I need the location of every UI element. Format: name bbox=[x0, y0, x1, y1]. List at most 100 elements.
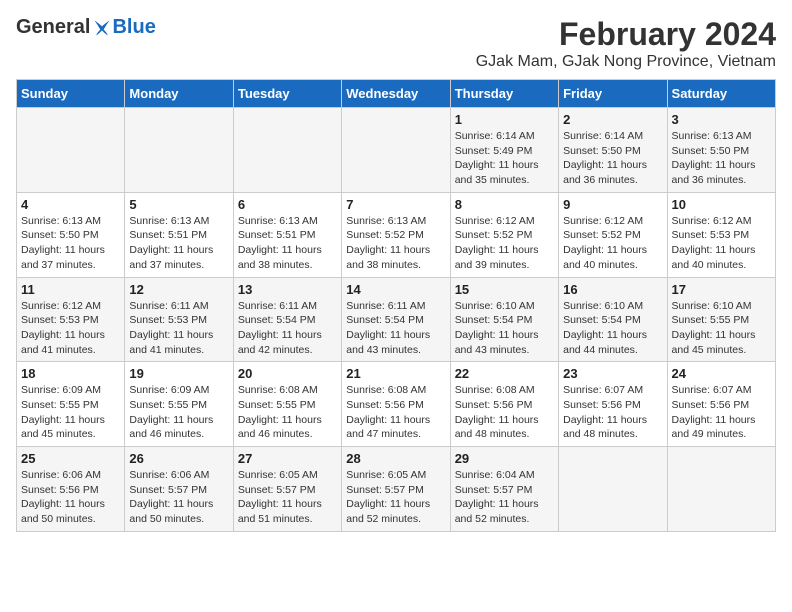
day-detail: Sunrise: 6:13 AM Sunset: 5:52 PM Dayligh… bbox=[346, 214, 445, 273]
day-number: 6 bbox=[238, 197, 337, 212]
day-detail: Sunrise: 6:12 AM Sunset: 5:53 PM Dayligh… bbox=[672, 214, 771, 273]
day-number: 29 bbox=[455, 451, 554, 466]
calendar-cell: 1 Sunrise: 6:14 AM Sunset: 5:49 PM Daylig… bbox=[450, 108, 558, 193]
day-detail: Sunrise: 6:11 AM Sunset: 5:53 PM Dayligh… bbox=[129, 299, 228, 358]
logo-general-text: General bbox=[16, 16, 90, 39]
weekday-header-friday: Friday bbox=[559, 80, 667, 108]
day-detail: Sunrise: 6:08 AM Sunset: 5:55 PM Dayligh… bbox=[238, 383, 337, 442]
day-number: 26 bbox=[129, 451, 228, 466]
day-detail: Sunrise: 6:07 AM Sunset: 5:56 PM Dayligh… bbox=[672, 383, 771, 442]
day-number: 12 bbox=[129, 282, 228, 297]
day-detail: Sunrise: 6:06 AM Sunset: 5:57 PM Dayligh… bbox=[129, 468, 228, 527]
calendar-cell: 29 Sunrise: 6:04 AM Sunset: 5:57 PM Dayli… bbox=[450, 447, 558, 532]
calendar-cell: 15 Sunrise: 6:10 AM Sunset: 5:54 PM Dayli… bbox=[450, 277, 558, 362]
day-detail: Sunrise: 6:07 AM Sunset: 5:56 PM Dayligh… bbox=[563, 383, 662, 442]
calendar-cell: 21 Sunrise: 6:08 AM Sunset: 5:56 PM Dayli… bbox=[342, 362, 450, 447]
weekday-header-wednesday: Wednesday bbox=[342, 80, 450, 108]
calendar-week-row: 11 Sunrise: 6:12 AM Sunset: 5:53 PM Dayli… bbox=[17, 277, 776, 362]
day-detail: Sunrise: 6:08 AM Sunset: 5:56 PM Dayligh… bbox=[455, 383, 554, 442]
calendar-cell: 20Sunrise: 6:08 AM Sunset: 5:55 PM Dayli… bbox=[233, 362, 341, 447]
day-number: 7 bbox=[346, 197, 445, 212]
day-number: 17 bbox=[672, 282, 771, 297]
day-number: 5 bbox=[129, 197, 228, 212]
weekday-header-tuesday: Tuesday bbox=[233, 80, 341, 108]
calendar-cell: 17 Sunrise: 6:10 AM Sunset: 5:55 PM Dayli… bbox=[667, 277, 775, 362]
calendar-cell: 11 Sunrise: 6:12 AM Sunset: 5:53 PM Dayli… bbox=[17, 277, 125, 362]
weekday-header-saturday: Saturday bbox=[667, 80, 775, 108]
calendar-cell: 9 Sunrise: 6:12 AM Sunset: 5:52 PM Daylig… bbox=[559, 192, 667, 277]
calendar-cell: 24 Sunrise: 6:07 AM Sunset: 5:56 PM Dayli… bbox=[667, 362, 775, 447]
day-number: 4 bbox=[21, 197, 120, 212]
day-number: 19 bbox=[129, 366, 228, 381]
calendar-cell: 14Sunrise: 6:11 AM Sunset: 5:54 PM Dayli… bbox=[342, 277, 450, 362]
calendar-table: SundayMondayTuesdayWednesdayThursdayFrid… bbox=[16, 79, 776, 532]
calendar-cell: 16 Sunrise: 6:10 AM Sunset: 5:54 PM Dayli… bbox=[559, 277, 667, 362]
calendar-cell: 26 Sunrise: 6:06 AM Sunset: 5:57 PM Dayli… bbox=[125, 447, 233, 532]
calendar-cell bbox=[342, 108, 450, 193]
calendar-cell: 27Sunrise: 6:05 AM Sunset: 5:57 PM Dayli… bbox=[233, 447, 341, 532]
calendar-cell: 3 Sunrise: 6:13 AM Sunset: 5:50 PM Daylig… bbox=[667, 108, 775, 193]
calendar-cell: 10 Sunrise: 6:12 AM Sunset: 5:53 PM Dayli… bbox=[667, 192, 775, 277]
day-detail: Sunrise: 6:12 AM Sunset: 5:53 PM Dayligh… bbox=[21, 299, 120, 358]
day-number: 11 bbox=[21, 282, 120, 297]
day-detail: Sunrise: 6:10 AM Sunset: 5:55 PM Dayligh… bbox=[672, 299, 771, 358]
calendar-cell: 23 Sunrise: 6:07 AM Sunset: 5:56 PM Dayli… bbox=[559, 362, 667, 447]
calendar-cell bbox=[233, 108, 341, 193]
day-number: 10 bbox=[672, 197, 771, 212]
day-detail: Sunrise: 6:12 AM Sunset: 5:52 PM Dayligh… bbox=[563, 214, 662, 273]
calendar-cell: 5 Sunrise: 6:13 AM Sunset: 5:51 PM Daylig… bbox=[125, 192, 233, 277]
day-detail: Sunrise: 6:04 AM Sunset: 5:57 PM Dayligh… bbox=[455, 468, 554, 527]
day-detail: Sunrise: 6:13 AM Sunset: 5:50 PM Dayligh… bbox=[672, 129, 771, 188]
day-detail: Sunrise: 6:13 AM Sunset: 5:51 PM Dayligh… bbox=[129, 214, 228, 273]
calendar-cell bbox=[559, 447, 667, 532]
day-detail: Sunrise: 6:13 AM Sunset: 5:50 PM Dayligh… bbox=[21, 214, 120, 273]
logo-bird-icon bbox=[92, 18, 112, 38]
calendar-week-row: 25 Sunrise: 6:06 AM Sunset: 5:56 PM Dayli… bbox=[17, 447, 776, 532]
day-number: 8 bbox=[455, 197, 554, 212]
calendar-cell: 12 Sunrise: 6:11 AM Sunset: 5:53 PM Dayli… bbox=[125, 277, 233, 362]
calendar-cell: 13Sunrise: 6:11 AM Sunset: 5:54 PM Dayli… bbox=[233, 277, 341, 362]
calendar-week-row: 18Sunrise: 6:09 AM Sunset: 5:55 PM Dayli… bbox=[17, 362, 776, 447]
day-detail: Sunrise: 6:11 AM Sunset: 5:54 PM Dayligh… bbox=[238, 299, 337, 358]
day-number: 1 bbox=[455, 112, 554, 127]
logo: General Blue bbox=[16, 16, 156, 39]
calendar-cell bbox=[667, 447, 775, 532]
day-detail: Sunrise: 6:12 AM Sunset: 5:52 PM Dayligh… bbox=[455, 214, 554, 273]
calendar-cell bbox=[17, 108, 125, 193]
header: General Blue February 2024 GJak Mam, GJa… bbox=[16, 16, 776, 71]
calendar-cell: 6 Sunrise: 6:13 AM Sunset: 5:51 PM Daylig… bbox=[233, 192, 341, 277]
calendar-body: 1 Sunrise: 6:14 AM Sunset: 5:49 PM Daylig… bbox=[17, 108, 776, 532]
day-detail: Sunrise: 6:10 AM Sunset: 5:54 PM Dayligh… bbox=[455, 299, 554, 358]
day-number: 2 bbox=[563, 112, 662, 127]
day-detail: Sunrise: 6:11 AM Sunset: 5:54 PM Dayligh… bbox=[346, 299, 445, 358]
day-number: 16 bbox=[563, 282, 662, 297]
day-detail: Sunrise: 6:08 AM Sunset: 5:56 PM Dayligh… bbox=[346, 383, 445, 442]
calendar-week-row: 4 Sunrise: 6:13 AM Sunset: 5:50 PM Daylig… bbox=[17, 192, 776, 277]
calendar-cell: 22 Sunrise: 6:08 AM Sunset: 5:56 PM Dayli… bbox=[450, 362, 558, 447]
day-detail: Sunrise: 6:14 AM Sunset: 5:49 PM Dayligh… bbox=[455, 129, 554, 188]
calendar-cell bbox=[125, 108, 233, 193]
logo-blue-text: Blue bbox=[112, 16, 155, 39]
month-year-title: February 2024 bbox=[476, 16, 776, 53]
calendar-cell: 7 Sunrise: 6:13 AM Sunset: 5:52 PM Daylig… bbox=[342, 192, 450, 277]
day-detail: Sunrise: 6:14 AM Sunset: 5:50 PM Dayligh… bbox=[563, 129, 662, 188]
day-number: 23 bbox=[563, 366, 662, 381]
day-number: 3 bbox=[672, 112, 771, 127]
day-detail: Sunrise: 6:06 AM Sunset: 5:56 PM Dayligh… bbox=[21, 468, 120, 527]
day-detail: Sunrise: 6:13 AM Sunset: 5:51 PM Dayligh… bbox=[238, 214, 337, 273]
day-number: 22 bbox=[455, 366, 554, 381]
day-detail: Sunrise: 6:05 AM Sunset: 5:57 PM Dayligh… bbox=[346, 468, 445, 527]
day-number: 28 bbox=[346, 451, 445, 466]
day-number: 9 bbox=[563, 197, 662, 212]
calendar-cell: 8 Sunrise: 6:12 AM Sunset: 5:52 PM Daylig… bbox=[450, 192, 558, 277]
day-number: 25 bbox=[21, 451, 120, 466]
calendar-week-row: 1 Sunrise: 6:14 AM Sunset: 5:49 PM Daylig… bbox=[17, 108, 776, 193]
weekday-header-monday: Monday bbox=[125, 80, 233, 108]
calendar-cell: 4 Sunrise: 6:13 AM Sunset: 5:50 PM Daylig… bbox=[17, 192, 125, 277]
day-number: 21 bbox=[346, 366, 445, 381]
day-number: 24 bbox=[672, 366, 771, 381]
day-number: 15 bbox=[455, 282, 554, 297]
day-detail: Sunrise: 6:10 AM Sunset: 5:54 PM Dayligh… bbox=[563, 299, 662, 358]
weekday-header-row: SundayMondayTuesdayWednesdayThursdayFrid… bbox=[17, 80, 776, 108]
calendar-cell: 25 Sunrise: 6:06 AM Sunset: 5:56 PM Dayli… bbox=[17, 447, 125, 532]
